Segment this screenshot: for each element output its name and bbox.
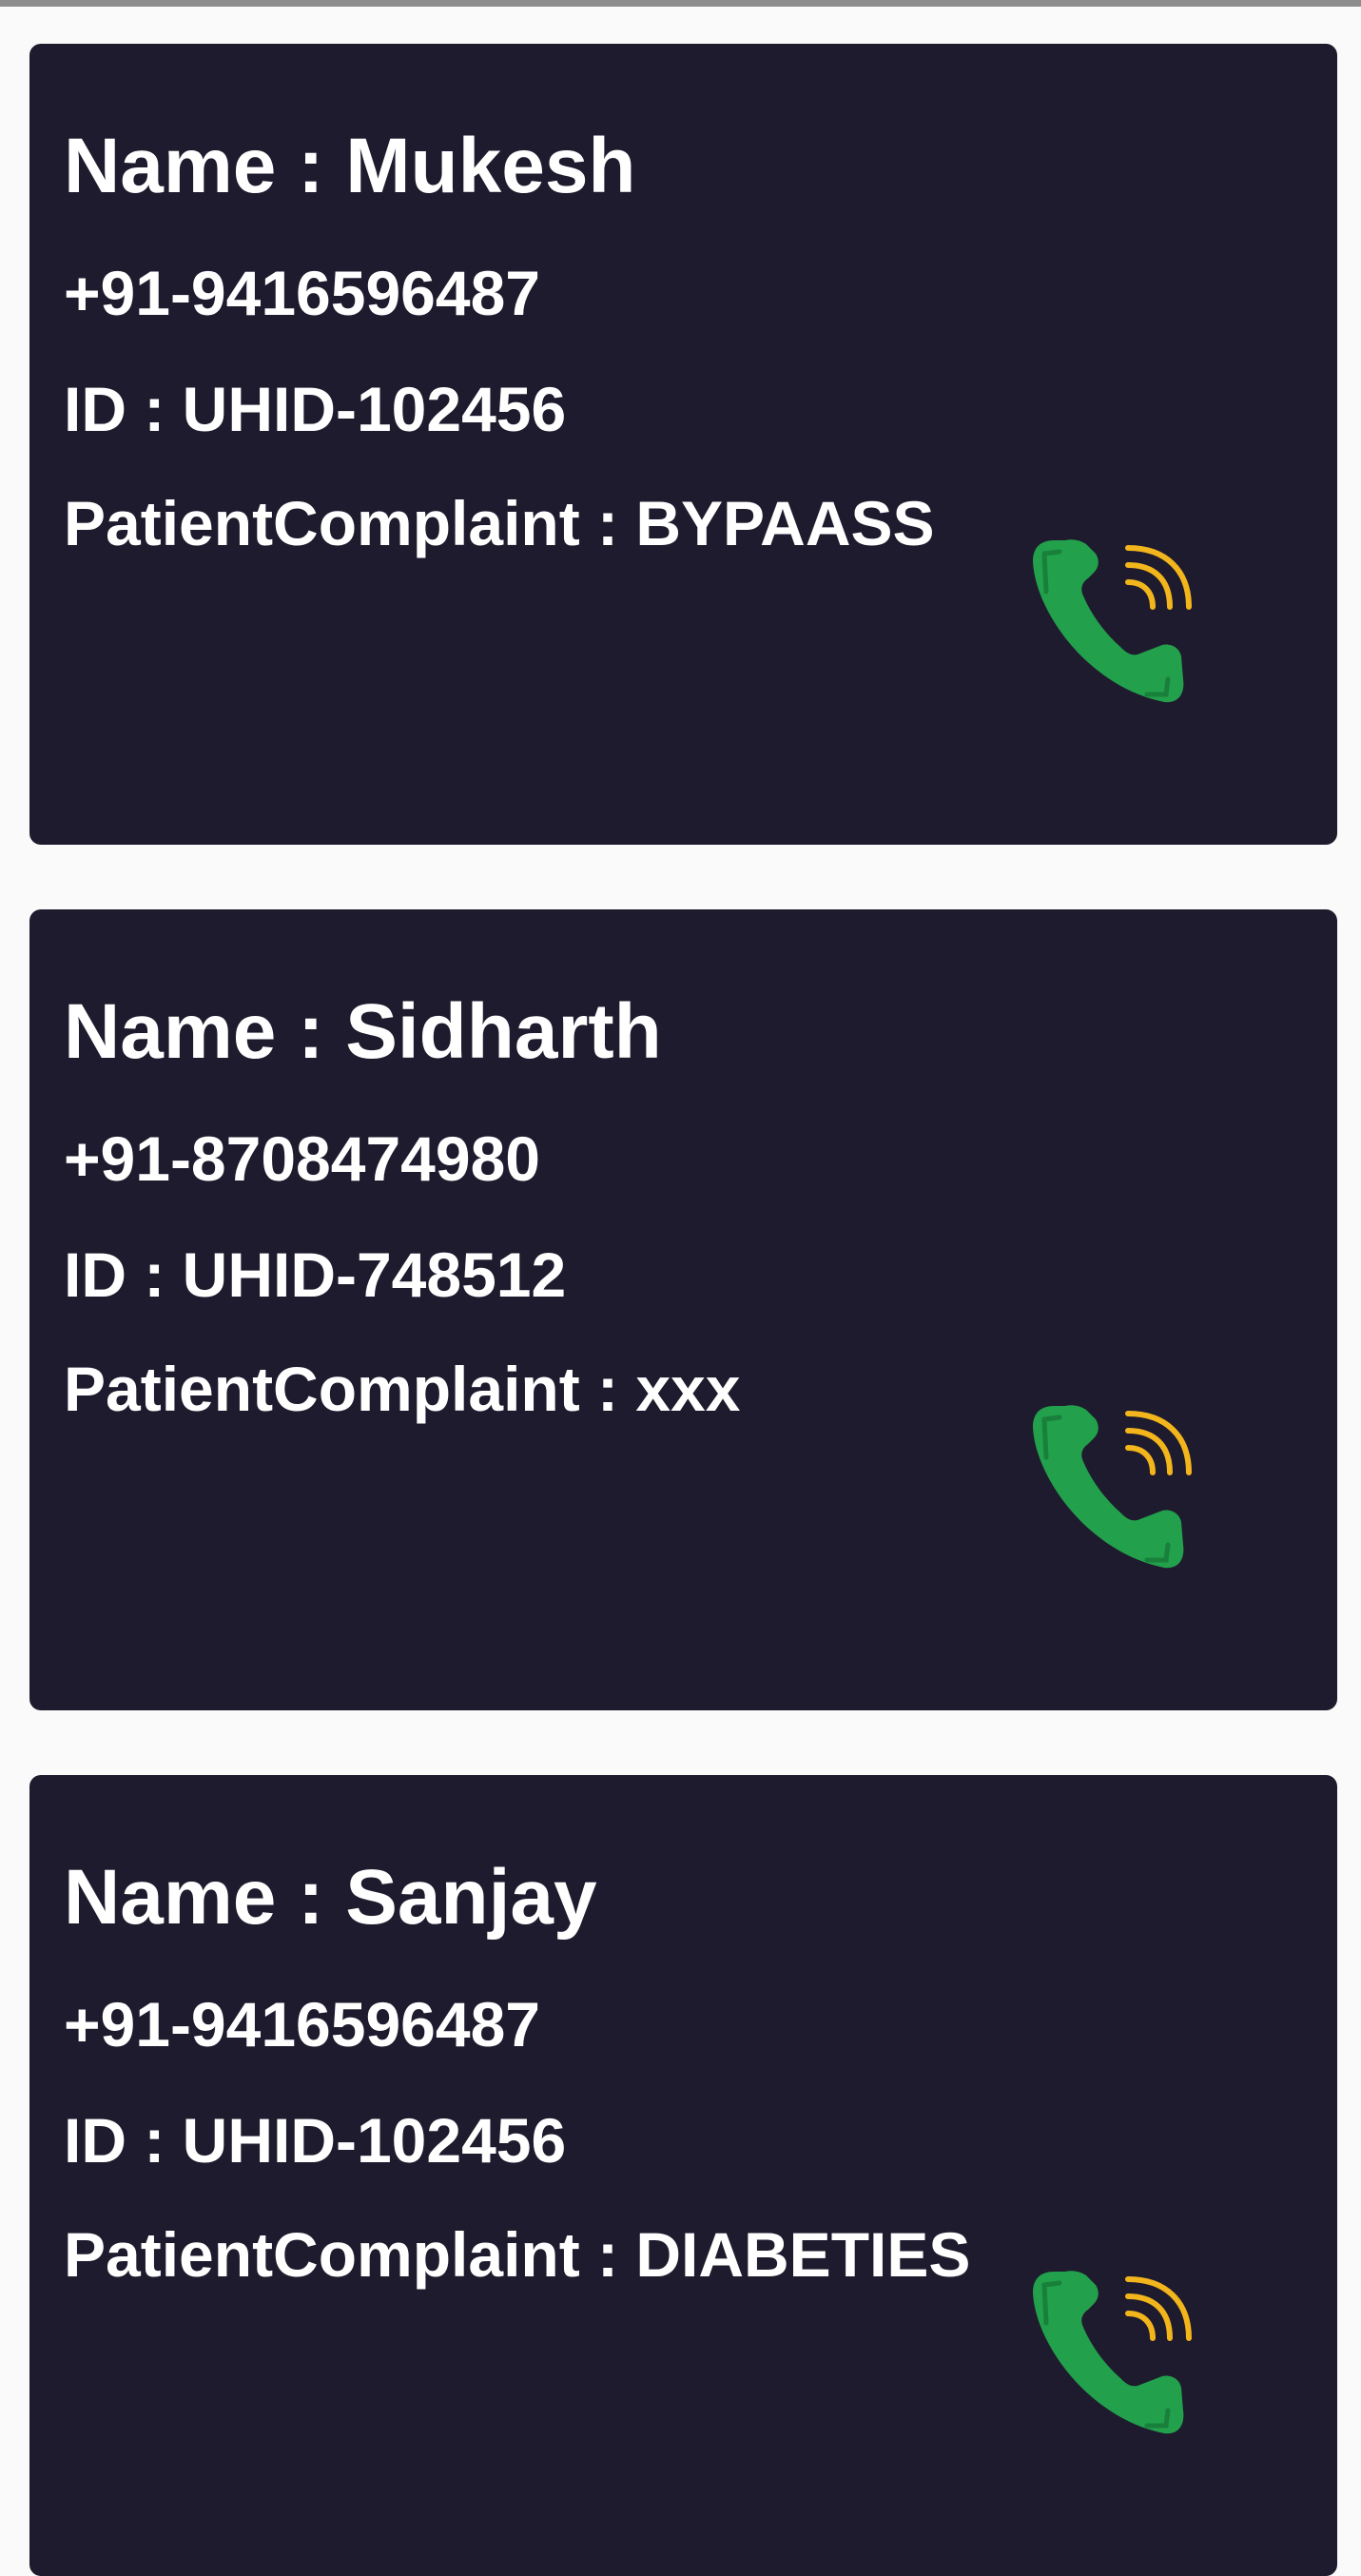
patient-card[interactable]: Name : Mukesh +91-9416596487 ID : UHID-1… xyxy=(29,44,1337,845)
patient-card[interactable]: Name : Sidharth +91-8708474980 ID : UHID… xyxy=(29,909,1337,1710)
patient-id: ID : UHID-102456 xyxy=(64,374,567,444)
status-divider xyxy=(0,0,1361,7)
patient-complaint: PatientComplaint : DIABETIES xyxy=(64,2219,971,2290)
patient-name: Name : Sanjay xyxy=(64,1854,597,1941)
call-button[interactable] xyxy=(1021,2266,1197,2442)
phone-call-icon xyxy=(1033,2271,1192,2434)
patient-phone: +91-9416596487 xyxy=(64,1989,540,2059)
patient-phone: +91-8708474980 xyxy=(64,1123,540,1194)
patient-complaint: PatientComplaint : xxx xyxy=(64,1354,741,1424)
call-button[interactable] xyxy=(1021,1400,1197,1576)
patient-complaint: PatientComplaint : BYPAASS xyxy=(64,488,935,558)
phone-call-icon xyxy=(1033,539,1192,703)
patient-name: Name : Sidharth xyxy=(64,988,662,1075)
patient-id: ID : UHID-748512 xyxy=(64,1239,567,1310)
patient-phone: +91-9416596487 xyxy=(64,258,540,328)
patient-id: ID : UHID-102456 xyxy=(64,2105,567,2176)
call-button[interactable] xyxy=(1021,535,1197,711)
patient-name: Name : Mukesh xyxy=(64,123,636,209)
patient-card[interactable]: Name : Sanjay +91-9416596487 ID : UHID-1… xyxy=(29,1775,1337,2576)
patient-list: Name : Mukesh +91-9416596487 ID : UHID-1… xyxy=(29,44,1337,2576)
phone-call-icon xyxy=(1033,1405,1192,1569)
